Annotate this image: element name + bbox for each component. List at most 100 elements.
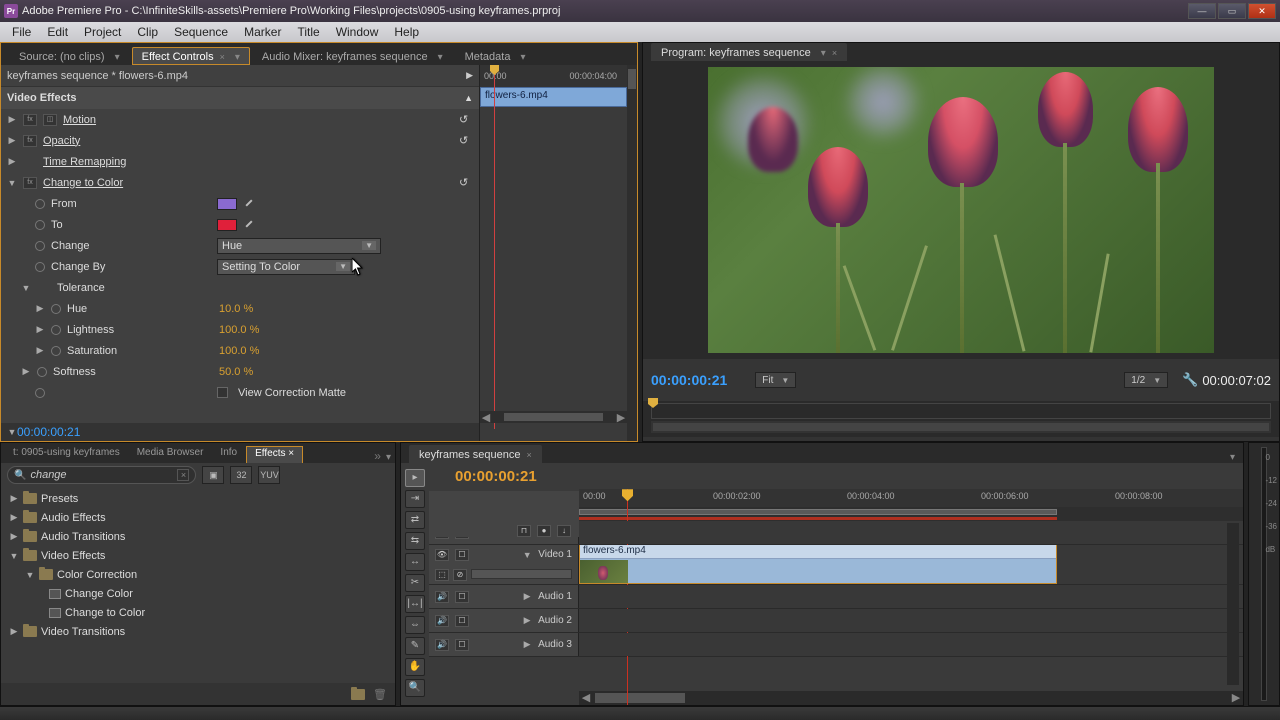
collapse-arrow-icon[interactable]: ▶ (466, 70, 473, 81)
ec-timecode[interactable]: 00:00:00:21 (17, 425, 80, 439)
program-monitor-viewport[interactable] (708, 67, 1214, 353)
effect-change-to-color-row[interactable]: ▼ fx Change to Color ↺ (1, 172, 479, 193)
disclosure-triangle-icon[interactable]: ▶ (21, 366, 31, 377)
menu-help[interactable]: Help (386, 23, 427, 41)
disclosure-triangle-icon[interactable]: ▶ (7, 135, 17, 146)
tab-menu-icon[interactable]: ▾ (821, 48, 826, 59)
ec-hscrollbar[interactable]: ◀▶ (480, 411, 627, 423)
reset-button[interactable]: ↺ (459, 134, 473, 148)
menu-file[interactable]: File (4, 23, 39, 41)
disclosure-triangle-icon[interactable]: ▶ (522, 591, 532, 602)
program-time-ruler[interactable] (651, 403, 1271, 419)
toggle-track-output-icon[interactable]: 👁 (435, 549, 449, 561)
window-maximize-button[interactable]: ▭ (1218, 3, 1246, 19)
hand-tool[interactable]: ✋ (405, 658, 425, 676)
disclosure-triangle-icon[interactable]: ▼ (522, 550, 532, 560)
menu-edit[interactable]: Edit (39, 23, 76, 41)
rolling-edit-tool[interactable]: ⇆ (405, 532, 425, 550)
track-keyframe-mode[interactable] (471, 569, 572, 579)
tree-change-to-color[interactable]: Change to Color (1, 603, 395, 622)
change-by-dropdown[interactable]: Setting To Color▼ (217, 259, 355, 275)
timeline-workarea[interactable] (579, 507, 1243, 521)
disclosure-triangle-icon[interactable]: ▶ (7, 114, 17, 125)
mute-button[interactable]: 🔊 (435, 591, 449, 603)
change-dropdown[interactable]: Hue▼ (217, 238, 381, 254)
disclosure-triangle-icon[interactable]: ▶ (35, 303, 45, 314)
panel-menu-icon[interactable]: ▾ (1230, 452, 1235, 463)
disclosure-triangle-icon[interactable]: ▶ (7, 156, 17, 167)
softness-value[interactable]: 50.0 % (219, 366, 253, 378)
tab-effects[interactable]: Effects × (246, 446, 303, 463)
wrench-icon[interactable]: 🔧 (1182, 372, 1198, 388)
track-body[interactable] (579, 521, 1243, 544)
resolution-dropdown[interactable]: 1/2▼ (1124, 372, 1168, 388)
tab-close-icon[interactable]: × (832, 48, 837, 58)
track-target-icon[interactable]: ⊘ (453, 569, 467, 581)
tab-close-icon[interactable]: × (288, 448, 294, 459)
razor-tool[interactable]: ✂ (405, 574, 425, 592)
to-color-swatch[interactable] (217, 219, 237, 231)
track-body[interactable] (579, 585, 1243, 608)
tree-presets[interactable]: ▶Presets (1, 489, 395, 508)
tab-menu-icon[interactable]: ▾ (235, 52, 240, 63)
reset-button[interactable]: ↺ (459, 176, 473, 190)
new-bin-button[interactable] (351, 689, 365, 700)
timeline-timecode[interactable]: 00:00:00:21 (455, 468, 537, 485)
lightness-value[interactable]: 100.0 % (219, 324, 259, 336)
tab-source[interactable]: Source: (no clips)▾ (9, 47, 130, 65)
mute-button[interactable]: 🔊 (435, 615, 449, 627)
view-matte-checkbox[interactable] (217, 387, 228, 398)
disclosure-triangle-icon[interactable]: ▶ (522, 639, 532, 650)
delete-button[interactable]: 🗑 (373, 688, 387, 701)
track-body[interactable] (579, 609, 1243, 632)
menu-sequence[interactable]: Sequence (166, 23, 236, 41)
timeline-clip[interactable]: flowers-6.mp4 (579, 545, 1057, 584)
tab-menu-icon[interactable]: ▾ (115, 52, 120, 63)
slide-tool[interactable]: ⇔ (405, 616, 425, 634)
tab-menu-icon[interactable]: ▾ (438, 52, 443, 63)
mute-button[interactable]: 🔊 (435, 639, 449, 651)
track-select-tool[interactable]: ⇥ (405, 490, 425, 508)
zoom-tool[interactable]: 🔍 (405, 679, 425, 697)
disclosure-triangle-icon[interactable]: ▶ (35, 345, 45, 356)
section-toggle-icon[interactable]: ▲ (464, 93, 473, 103)
tab-program[interactable]: Program: keyframes sequence▾× (651, 43, 847, 61)
toggle-sync-lock-icon[interactable]: ☐ (455, 549, 469, 561)
settings-button[interactable]: ↓ (557, 525, 571, 537)
fx-badge-icon[interactable]: fx (23, 177, 37, 189)
ec-playhead[interactable] (494, 65, 495, 429)
slip-tool[interactable]: |↔| (405, 595, 425, 613)
effect-time-remapping-row[interactable]: ▶ Time Remapping (1, 151, 479, 172)
menu-marker[interactable]: Marker (236, 23, 289, 41)
zoom-fit-dropdown[interactable]: Fit▼ (755, 372, 796, 388)
marker-button[interactable]: ● (537, 525, 551, 537)
ripple-edit-tool[interactable]: ⇄ (405, 511, 425, 529)
tree-change-color[interactable]: Change Color (1, 584, 395, 603)
window-close-button[interactable]: ✕ (1248, 3, 1276, 19)
panel-menu-icon[interactable]: ▾ (386, 452, 391, 463)
tab-project[interactable]: t: 0905-using keyframes (5, 446, 128, 463)
stopwatch-icon[interactable] (51, 304, 61, 314)
fx-badge-icon[interactable]: fx (23, 114, 37, 126)
transform-icon[interactable]: ◫ (43, 114, 57, 126)
playhead-marker-icon[interactable] (648, 398, 658, 408)
tree-audio-effects[interactable]: ▶Audio Effects (1, 508, 395, 527)
reset-button[interactable]: ↺ (459, 113, 473, 127)
effects-search-input[interactable] (30, 469, 173, 481)
yuv-filter-button[interactable]: YUV (258, 466, 280, 484)
rate-stretch-tool[interactable]: ↔ (405, 553, 425, 571)
stopwatch-icon[interactable] (35, 388, 45, 398)
tab-menu-icon[interactable]: ▾ (520, 52, 525, 63)
pen-tool[interactable]: ✎ (405, 637, 425, 655)
ec-keyframe-timeline[interactable]: 00:00 00:00:04:00 flowers-6.mp4 ◀▶ (479, 65, 637, 441)
tree-audio-transitions[interactable]: ▶Audio Transitions (1, 527, 395, 546)
from-color-swatch[interactable] (217, 198, 237, 210)
stopwatch-icon[interactable] (51, 346, 61, 356)
track-body[interactable]: flowers-6.mp4 (579, 545, 1243, 584)
stopwatch-icon[interactable] (35, 199, 45, 209)
timeline-ruler[interactable]: 00:00 00:00:02:00 00:00:04:00 00:00:06:0… (579, 489, 1243, 507)
disclosure-triangle-icon[interactable]: ▶ (35, 324, 45, 335)
solo-button[interactable]: ☐ (455, 615, 469, 627)
selection-tool[interactable]: ▸ (405, 469, 425, 487)
timeline-vscrollbar[interactable] (1227, 523, 1239, 685)
